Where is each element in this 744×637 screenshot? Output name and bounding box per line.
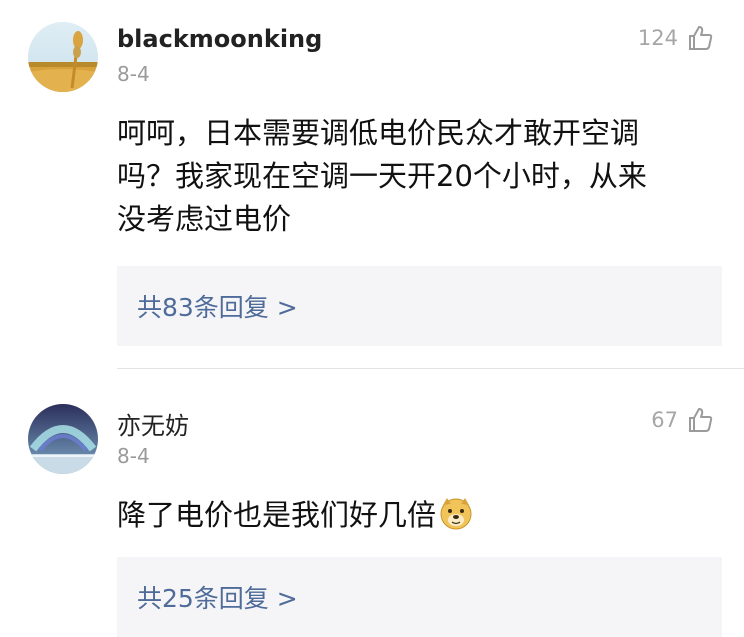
comment-date: 8-4 — [117, 444, 150, 468]
comment-text-line: 呵呵，日本需要调低电价民众才敢开空调 — [117, 116, 640, 150]
user-avatar[interactable] — [28, 404, 98, 474]
comment-date: 8-4 — [117, 62, 150, 86]
view-replies-button[interactable]: 共83条回复 > — [117, 266, 722, 346]
aurora-avatar-icon — [28, 404, 98, 474]
comment-text: 降了电价也是我们好几倍 — [117, 494, 717, 543]
username[interactable]: 亦无妨 — [117, 406, 189, 441]
like-count: 124 — [637, 26, 678, 50]
wheat-field-avatar-icon — [28, 22, 98, 92]
comment-divider — [117, 368, 744, 369]
thumbs-up-icon — [686, 406, 714, 434]
thumbs-up-icon — [686, 24, 714, 52]
replies-count-link[interactable]: 共83条回复 > — [137, 288, 298, 324]
user-avatar[interactable] — [28, 22, 98, 92]
like-count: 67 — [651, 408, 678, 432]
comment-text: 呵呵，日本需要调低电价民众才敢开空调 吗？我家现在空调一天开20个小时，从来 没… — [117, 112, 717, 241]
comment-text-line: 吗？我家现在空调一天开20个小时，从来 — [117, 159, 647, 193]
replies-count-link[interactable]: 共25条回复 > — [137, 579, 298, 615]
like-button[interactable]: 67 — [651, 406, 714, 434]
doge-emoji-icon — [438, 495, 474, 543]
view-replies-button[interactable]: 共25条回复 > — [117, 557, 722, 637]
comment-text-line: 没考虑过电价 — [117, 202, 292, 236]
like-button[interactable]: 124 — [638, 24, 714, 52]
username[interactable]: blackmoonking — [117, 25, 322, 53]
comment-text-line: 降了电价也是我们好几倍 — [117, 498, 437, 532]
